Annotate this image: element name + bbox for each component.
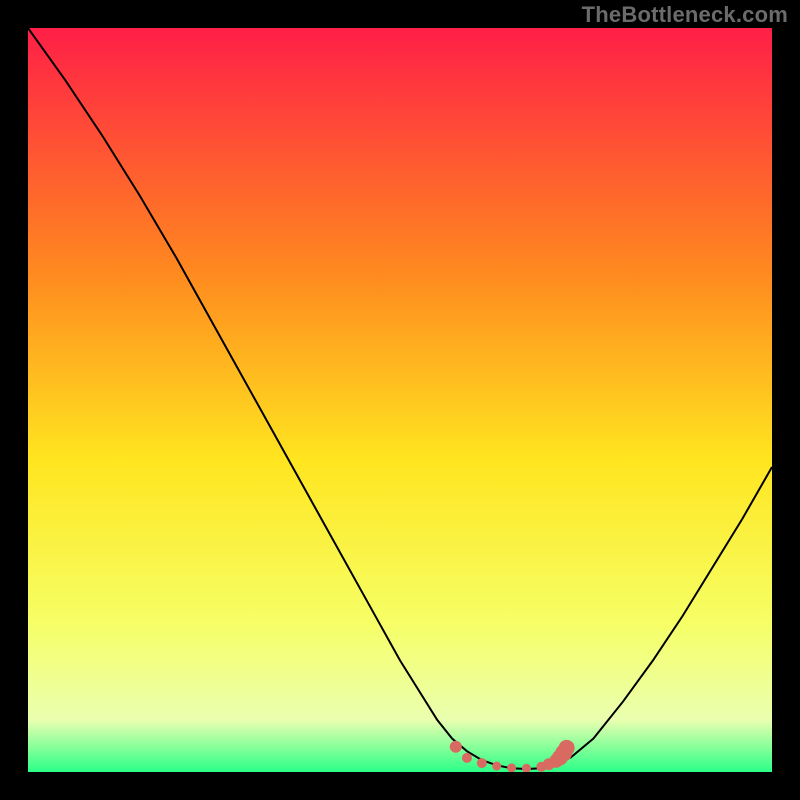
marker-dot — [507, 763, 516, 772]
marker-dot — [462, 753, 472, 763]
marker-dot — [450, 741, 462, 753]
marker-dot — [492, 762, 501, 771]
watermark-text: TheBottleneck.com — [582, 2, 788, 28]
plot-area — [28, 28, 772, 772]
marker-dot — [559, 740, 575, 756]
marker-dot — [477, 758, 487, 768]
chart-svg — [28, 28, 772, 772]
chart-frame: TheBottleneck.com — [0, 0, 800, 800]
